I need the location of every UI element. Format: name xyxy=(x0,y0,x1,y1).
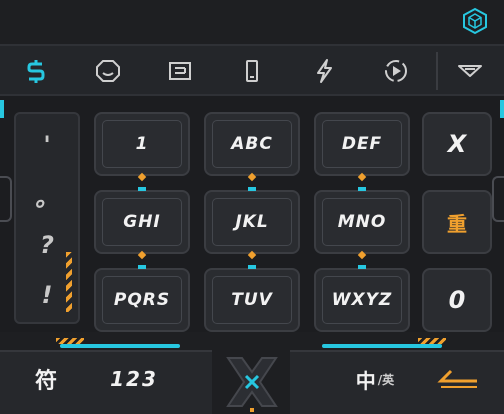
key-def[interactable]: DEF xyxy=(314,112,410,182)
symbol-key-apostrophe[interactable]: ' xyxy=(16,120,78,170)
edge-bracket-left xyxy=(0,176,12,222)
key-top-accent xyxy=(358,187,366,191)
edge-bracket-right xyxy=(492,176,504,222)
x-logo-icon xyxy=(226,357,278,412)
enter-arrow-icon xyxy=(437,369,477,388)
key-label: TUV xyxy=(231,290,273,310)
key-top-accent xyxy=(248,265,256,269)
candidate-toolbar xyxy=(0,44,504,96)
top-bar xyxy=(0,0,504,44)
key-top-accent xyxy=(138,187,146,191)
hazard-stripes-right xyxy=(418,338,446,344)
toolbar-divider xyxy=(436,52,438,90)
keyboard-logo-icon[interactable] xyxy=(460,6,490,36)
zero-label: 0 xyxy=(448,286,466,314)
bottom-accent-left xyxy=(60,344,180,348)
key-label: ABC xyxy=(231,134,273,154)
symbol-mode-key[interactable]: 符 xyxy=(18,356,74,402)
lang-main-label: 中 xyxy=(355,368,376,393)
key-label: JKL xyxy=(235,212,269,232)
hazard-stripes-left xyxy=(56,338,84,344)
phone-icon xyxy=(246,60,258,82)
key-label: DEF xyxy=(341,134,383,154)
tool-collapse[interactable] xyxy=(446,46,494,96)
enter-key[interactable] xyxy=(428,356,488,402)
tool-phone[interactable] xyxy=(228,46,276,96)
emoji-face-icon xyxy=(96,60,120,82)
key-abc[interactable]: ABC xyxy=(204,112,300,182)
hazard-stripes xyxy=(66,252,72,312)
delete-icon: X xyxy=(447,130,467,158)
number-mode-key[interactable]: 123 xyxy=(94,356,174,402)
key-0[interactable]: 0 xyxy=(422,268,492,332)
lang-alt-label: /英 xyxy=(377,372,395,387)
key-tuv[interactable]: TUV xyxy=(204,265,300,332)
key-label: PQRS xyxy=(113,290,171,310)
collapse-keyboard-icon xyxy=(458,65,482,77)
key-wxyz[interactable]: WXYZ xyxy=(314,265,410,332)
key-1[interactable]: 1 xyxy=(94,112,190,182)
symbol-panel: ' 。 ? ! xyxy=(14,112,80,324)
clipboard-icon xyxy=(169,62,191,80)
tool-lightning[interactable] xyxy=(300,46,348,96)
symbol-key-period[interactable]: 。 xyxy=(16,170,78,220)
reenter-key[interactable]: 重 xyxy=(422,190,492,254)
key-pqrs[interactable]: PQRS xyxy=(94,265,190,332)
lightning-icon xyxy=(317,59,332,83)
edge-accent-left xyxy=(0,100,4,118)
key-top-accent xyxy=(138,265,146,269)
play-circle-icon xyxy=(385,60,407,82)
edge-accent-right xyxy=(500,100,504,118)
reenter-label: 重 xyxy=(447,211,467,236)
key-label: WXYZ xyxy=(331,290,393,310)
dollar-s-icon xyxy=(27,60,45,83)
language-toggle-key[interactable]: 中/英 xyxy=(340,356,410,402)
tool-clipboard[interactable] xyxy=(156,46,204,96)
key-mno[interactable]: MNO xyxy=(314,187,410,260)
key-top-accent xyxy=(248,187,256,191)
key-label: MNO xyxy=(337,212,387,232)
key-jkl[interactable]: JKL xyxy=(204,187,300,260)
tool-emoji[interactable] xyxy=(84,46,132,96)
tool-currency[interactable] xyxy=(12,46,60,96)
key-label: GHI xyxy=(123,212,161,232)
key-ghi[interactable]: GHI xyxy=(94,187,190,260)
delete-key[interactable]: X xyxy=(422,112,492,176)
key-label: 1 xyxy=(135,134,149,154)
key-top-accent xyxy=(358,265,366,269)
space-key[interactable] xyxy=(214,350,290,414)
bottom-accent-right xyxy=(322,344,442,348)
tool-media[interactable] xyxy=(372,46,420,96)
